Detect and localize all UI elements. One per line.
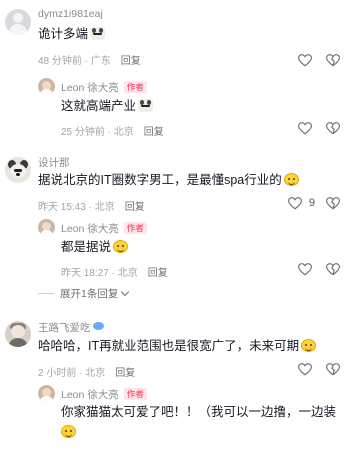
like-button[interactable]	[298, 54, 312, 67]
reply-button[interactable]: 回复	[125, 202, 145, 213]
comment-username[interactable]: 设计那	[38, 155, 70, 170]
heart-outline-icon	[298, 122, 312, 135]
expand-replies-label: 展开1条回复	[60, 288, 119, 300]
reply-username[interactable]: Leon 徐大亮 作者	[61, 387, 147, 402]
author-badge: 作者	[123, 81, 147, 93]
comment-meta: 2 小时前 · 北京 回复	[38, 364, 135, 379]
reply-username-text: Leon 徐大亮	[61, 389, 119, 401]
comment-time-location: 2 小时前 · 北京	[38, 368, 106, 379]
fish-emoji-icon	[92, 322, 104, 330]
expand-replies-button[interactable]: 展开1条回复	[38, 286, 130, 301]
avatar[interactable]	[5, 321, 31, 347]
reply-button[interactable]: 回复	[115, 368, 135, 379]
dislike-button[interactable]	[326, 363, 340, 376]
comment-text-content: 诡计多端	[38, 27, 89, 41]
avatar[interactable]	[38, 219, 55, 236]
reply-text: 这就高端产业	[61, 98, 154, 114]
reply-button[interactable]: 回复	[121, 56, 141, 67]
reply-meta: 昨天 18:27 · 北京 回复	[61, 264, 168, 279]
comment-text-content: 哈哈哈，IT再就业范围也是很宽广了，未来可期	[38, 339, 300, 353]
reply-text: 你家猫猫太可爱了吧！！（我可以一边撸，一边装	[61, 404, 336, 420]
avatar[interactable]	[38, 385, 55, 402]
dislike-outline-icon	[326, 122, 340, 135]
like-count: 9	[308, 197, 315, 209]
dislike-button[interactable]	[326, 122, 340, 135]
comment-text: 哈哈哈，IT再就业范围也是很宽广了，未来可期	[38, 338, 317, 354]
dislike-outline-icon	[326, 263, 340, 276]
dog-emoji-icon	[90, 27, 106, 40]
comment-username-text: 王路飞爱吃	[38, 322, 91, 334]
reply-time-location: 昨天 18:27 · 北京	[61, 268, 138, 279]
comment-text: 据说北京的IT圈数字男工，是最懂spa行业的	[38, 172, 299, 188]
comment-time-location: 昨天 15:43 · 北京	[38, 202, 115, 213]
like-button[interactable]	[288, 197, 302, 210]
dislike-outline-icon	[326, 54, 340, 67]
comment-text: 诡计多端	[38, 26, 106, 42]
comment-meta: 昨天 15:43 · 北京 回复	[38, 198, 145, 213]
dislike-button[interactable]	[326, 54, 340, 67]
reply-text-content: 这就高端产业	[61, 99, 137, 113]
avatar[interactable]	[5, 157, 31, 183]
smile-emoji-icon	[301, 339, 317, 352]
divider	[38, 293, 54, 294]
like-button[interactable]	[298, 263, 312, 276]
reply-button[interactable]: 回复	[148, 268, 168, 279]
reply-text-content: 都是据说	[61, 240, 112, 254]
reply-username[interactable]: Leon 徐大亮 作者	[61, 80, 147, 95]
dislike-outline-icon	[326, 197, 340, 210]
like-button[interactable]	[298, 122, 312, 135]
reply-button[interactable]: 回复	[144, 127, 164, 138]
dislike-button[interactable]	[326, 263, 340, 276]
laugh-emoji-icon	[61, 425, 76, 438]
reply-text-content: 你家猫猫太可爱了吧！！（我可以一边撸，一边装	[61, 405, 337, 419]
reply-username-text: Leon 徐大亮	[61, 82, 119, 94]
like-button[interactable]	[298, 363, 312, 376]
comment-username[interactable]: 王路飞爱吃	[38, 320, 104, 335]
laugh-emoji-icon	[283, 173, 299, 186]
reply-meta: 25 分钟前 · 北京 回复	[61, 123, 164, 138]
comment-time-location: 48 分钟前 · 广东	[38, 56, 111, 67]
laugh-emoji-icon	[113, 240, 129, 253]
heart-outline-icon	[288, 197, 302, 210]
reply-text: 都是据说	[61, 239, 129, 255]
dislike-outline-icon	[326, 363, 340, 376]
dislike-button[interactable]	[326, 197, 340, 210]
heart-outline-icon	[298, 263, 312, 276]
comment-meta: 48 分钟前 · 广东 回复	[38, 52, 141, 67]
comment-thread: dymz1i981eaj 诡计多端 48 分钟前 · 广东 回复 Leon 徐大亮…	[0, 0, 350, 450]
dog-emoji-icon	[138, 99, 154, 112]
comment-text-content: 据说北京的IT圈数字男工，是最懂spa行业的	[38, 173, 282, 187]
avatar[interactable]	[38, 78, 55, 95]
reply-username-text: Leon 徐大亮	[61, 223, 119, 235]
chevron-down-icon	[121, 287, 130, 297]
comment-username[interactable]: dymz1i981eaj	[38, 8, 103, 20]
reply-text-continued	[61, 424, 76, 440]
author-badge: 作者	[123, 222, 147, 234]
reply-username[interactable]: Leon 徐大亮 作者	[61, 221, 147, 236]
author-badge: 作者	[123, 388, 147, 400]
avatar[interactable]	[5, 9, 31, 35]
heart-outline-icon	[298, 54, 312, 67]
reply-time-location: 25 分钟前 · 北京	[61, 127, 134, 138]
heart-outline-icon	[298, 363, 312, 376]
